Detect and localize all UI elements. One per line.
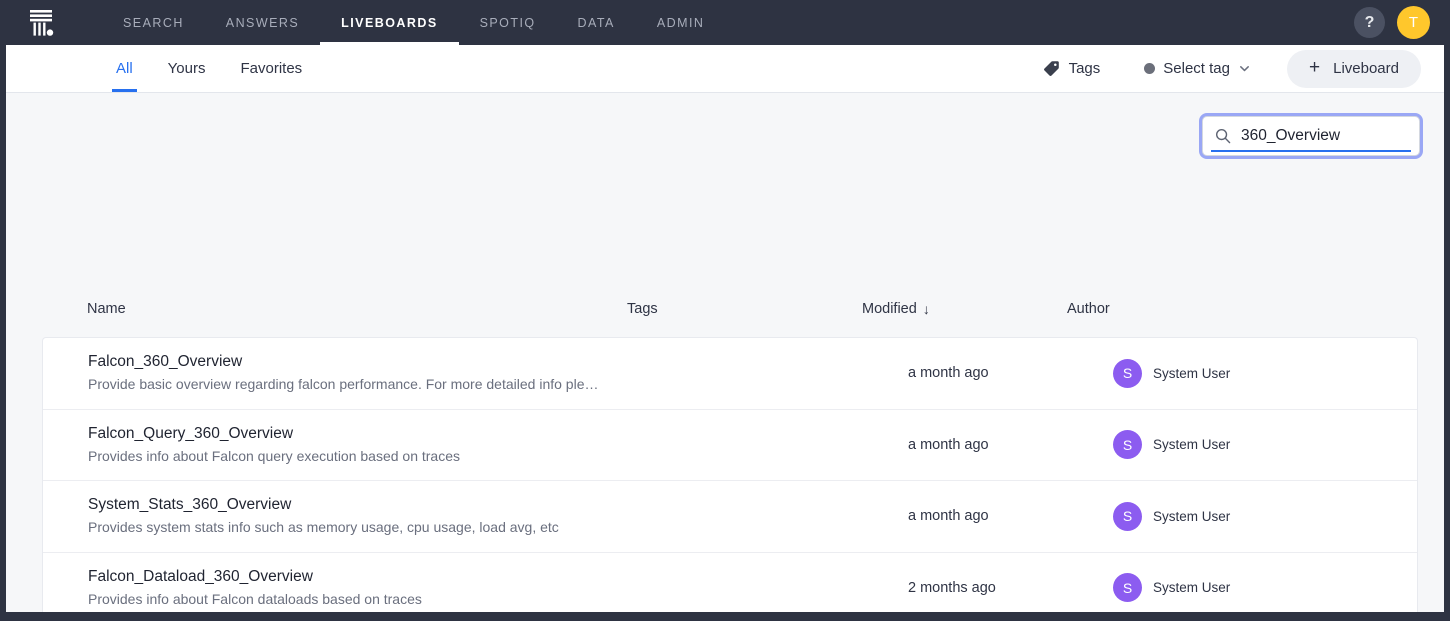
search-box[interactable]	[1202, 116, 1420, 156]
nav-label: LIVEBOARDS	[341, 16, 437, 30]
avatar-initial: S	[1123, 437, 1132, 453]
cell-modified: a month ago	[908, 508, 1113, 524]
avatar-initial: S	[1123, 365, 1132, 381]
tag-icon	[1043, 60, 1060, 77]
top-navigation-bar: SEARCH ANSWERS LIVEBOARDS SPOTIQ DATA AD…	[6, 0, 1444, 45]
liveboards-table: Falcon_360_Overview Provide basic overvi…	[42, 337, 1418, 612]
column-label: Author	[1067, 301, 1110, 317]
author-avatar: S	[1113, 573, 1142, 602]
cell-modified: a month ago	[908, 365, 1113, 381]
liveboard-name[interactable]: Falcon_Dataload_360_Overview	[88, 568, 653, 586]
author-name: System User	[1153, 509, 1230, 524]
author-name: System User	[1153, 366, 1230, 381]
column-label: Tags	[627, 301, 658, 317]
avatar-initial: S	[1123, 580, 1132, 596]
sub-navigation-bar: All Yours Favorites Tags Select tag	[6, 45, 1444, 93]
table-row[interactable]: System_Stats_360_Overview Provides syste…	[43, 481, 1417, 553]
user-avatar[interactable]: T	[1397, 6, 1430, 39]
author-avatar: S	[1113, 502, 1142, 531]
sub-nav-actions: Tags Select tag + Liveboard	[1043, 45, 1444, 92]
column-header-author[interactable]: Author	[1067, 301, 1406, 317]
column-header-tags[interactable]: Tags	[627, 301, 862, 317]
tab-label: Yours	[168, 60, 206, 77]
liveboard-name[interactable]: System_Stats_360_Overview	[88, 496, 653, 514]
chevron-down-icon	[1238, 62, 1251, 75]
plus-icon: +	[1309, 58, 1320, 77]
create-liveboard-label: Liveboard	[1333, 60, 1399, 77]
nav-item-liveboards[interactable]: LIVEBOARDS	[320, 0, 458, 45]
nav-label: SEARCH	[123, 16, 184, 30]
search-container	[1202, 116, 1420, 156]
column-label: Modified	[862, 301, 917, 317]
logo-icon	[27, 8, 55, 38]
cell-name: Falcon_Dataload_360_Overview Provides in…	[88, 568, 673, 608]
avatar-initial: T	[1409, 14, 1418, 31]
tag-color-dot-icon	[1144, 63, 1155, 74]
top-nav-actions: ? T	[1354, 6, 1444, 39]
tags-label: Tags	[1069, 60, 1101, 77]
cell-author: S System User	[1113, 502, 1417, 531]
nav-label: DATA	[578, 16, 615, 30]
table-row[interactable]: Falcon_360_Overview Provide basic overvi…	[43, 338, 1417, 410]
author-name: System User	[1153, 437, 1230, 452]
table-row[interactable]: Falcon_Dataload_360_Overview Provides in…	[43, 553, 1417, 613]
nav-item-admin[interactable]: ADMIN	[636, 0, 726, 45]
nav-label: ADMIN	[657, 16, 705, 30]
content-area: Name Tags Modified ↓ Author Falcon_360_O…	[6, 93, 1444, 612]
liveboard-description: Provide basic overview regarding falcon …	[88, 376, 653, 393]
cell-author: S System User	[1113, 573, 1417, 602]
cell-name: Falcon_Query_360_Overview Provides info …	[88, 425, 673, 465]
liveboard-description: Provides info about Falcon dataloads bas…	[88, 591, 653, 608]
tags-button[interactable]: Tags	[1043, 60, 1101, 77]
thoughtspot-logo[interactable]	[20, 0, 62, 45]
liveboard-name[interactable]: Falcon_Query_360_Overview	[88, 425, 653, 443]
select-tag-label: Select tag	[1163, 60, 1230, 77]
nav-label: SPOTIQ	[480, 16, 536, 30]
tab-favorites[interactable]: Favorites	[239, 45, 303, 92]
primary-nav-items: SEARCH ANSWERS LIVEBOARDS SPOTIQ DATA AD…	[102, 0, 725, 45]
cell-name: System_Stats_360_Overview Provides syste…	[88, 496, 673, 536]
table-row[interactable]: Falcon_Query_360_Overview Provides info …	[43, 410, 1417, 482]
cell-author: S System User	[1113, 430, 1417, 459]
column-label: Name	[87, 301, 126, 317]
liveboard-description: Provides info about Falcon query executi…	[88, 448, 653, 465]
nav-label: ANSWERS	[226, 16, 299, 30]
cell-name: Falcon_360_Overview Provide basic overvi…	[88, 353, 673, 393]
tab-all[interactable]: All	[115, 45, 134, 92]
create-liveboard-button[interactable]: + Liveboard	[1287, 50, 1421, 88]
table-column-headers: Name Tags Modified ↓ Author	[42, 281, 1406, 337]
column-header-name[interactable]: Name	[42, 301, 627, 317]
cell-author: S System User	[1113, 359, 1417, 388]
nav-item-data[interactable]: DATA	[557, 0, 636, 45]
search-input[interactable]	[1241, 127, 1409, 145]
select-tag-dropdown[interactable]: Select tag	[1144, 60, 1251, 77]
author-avatar: S	[1113, 359, 1142, 388]
tab-label: All	[116, 60, 133, 77]
tab-label: Favorites	[240, 60, 302, 77]
cell-modified: 2 months ago	[908, 580, 1113, 596]
cell-modified: a month ago	[908, 437, 1113, 453]
nav-item-spotiq[interactable]: SPOTIQ	[459, 0, 557, 45]
search-icon	[1215, 128, 1231, 144]
app-window: SEARCH ANSWERS LIVEBOARDS SPOTIQ DATA AD…	[6, 0, 1444, 612]
nav-item-search[interactable]: SEARCH	[102, 0, 205, 45]
sort-descending-icon: ↓	[923, 301, 930, 317]
avatar-initial: S	[1123, 508, 1132, 524]
column-header-modified[interactable]: Modified ↓	[862, 301, 1067, 317]
author-avatar: S	[1113, 430, 1142, 459]
help-glyph: ?	[1365, 14, 1375, 32]
liveboard-description: Provides system stats info such as memor…	[88, 519, 653, 536]
tab-yours[interactable]: Yours	[167, 45, 207, 92]
help-icon[interactable]: ?	[1354, 7, 1385, 38]
liveboard-name[interactable]: Falcon_360_Overview	[88, 353, 653, 371]
author-name: System User	[1153, 580, 1230, 595]
nav-item-answers[interactable]: ANSWERS	[205, 0, 320, 45]
